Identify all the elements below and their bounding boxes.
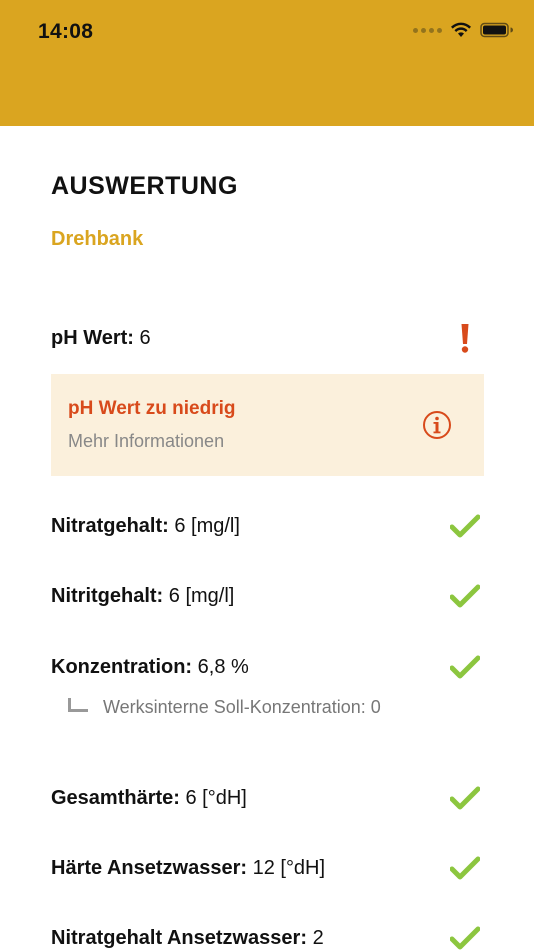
row-nitratgehalt: Nitratgehalt: 6 [mg/l] [51,509,485,543]
row-label: Gesamthärte: [51,786,180,809]
row-value: 6 [mg/l] [174,514,240,537]
row-label: Nitratgehalt: [51,514,169,537]
checkmark-icon [449,582,481,610]
row-ph-wert: pH Wert: 6 [51,321,485,355]
wifi-icon [451,22,471,37]
row-value: 6 [°dH] [185,786,247,809]
row-nitratgehalt-ansetzwasser: Nitratgehalt Ansetzwasser: 2 [51,921,485,950]
row-text: Nitratgehalt Ansetzwasser: 2 [51,927,324,950]
row-label: pH Wert: [51,326,134,349]
tree-branch-icon [68,697,88,712]
machine-subtitle: Drehbank [51,228,144,250]
row-nitritgehalt: Nitritgehalt: 6 [mg/l] [51,579,485,613]
row-haerte-ansetzwasser: Härte Ansetzwasser: 12 [°dH] [51,851,485,885]
row-text: Nitratgehalt: 6 [mg/l] [51,515,240,538]
row-text: pH Wert: 6 [51,327,151,350]
battery-icon [480,22,513,38]
row-gesamthaerte: Gesamthärte: 6 [°dH] [51,781,485,815]
more-info-link[interactable]: Mehr Informationen [68,431,224,452]
ph-warning-card[interactable]: pH Wert zu niedrig Mehr Informationen [51,374,484,476]
info-circle-icon[interactable] [422,410,452,440]
row-label: Nitratgehalt Ansetzwasser: [51,926,307,949]
checkmark-icon [449,784,481,812]
row-value: 2 [312,926,324,949]
row-text: Gesamthärte: 6 [°dH] [51,787,247,810]
app-header: 14:08 [0,0,534,126]
row-label: Konzentration: [51,655,193,678]
status-time: 14:08 [38,20,94,43]
row-text: Nitritgehalt: 6 [mg/l] [51,585,234,608]
status-icons [413,22,514,38]
note-text: Werksinterne Soll-Konzentration: 0 [103,697,381,717]
checkmark-icon [449,512,481,540]
checkmark-icon [449,854,481,882]
row-label: Härte Ansetzwasser: [51,856,248,879]
row-label: Nitritgehalt: [51,584,164,607]
checkmark-icon [449,653,481,681]
signal-icon [413,27,442,33]
row-value: 6,8 % [197,655,249,678]
warning-title: pH Wert zu niedrig [68,398,236,419]
row-value: 6 [mg/l] [168,584,235,607]
target-concentration-note: Werksinterne Soll-Konzentration: 0 [68,697,381,718]
row-value: 6 [139,326,151,349]
checkmark-icon [449,924,481,950]
page-title: AUSWERTUNG [51,172,238,200]
row-text: Härte Ansetzwasser: 12 [°dH] [51,857,325,880]
row-konzentration: Konzentration: 6,8 % [51,650,485,684]
row-text: Konzentration: 6,8 % [51,656,249,679]
exclamation-icon [449,321,481,355]
row-value: 12 [°dH] [252,856,326,879]
